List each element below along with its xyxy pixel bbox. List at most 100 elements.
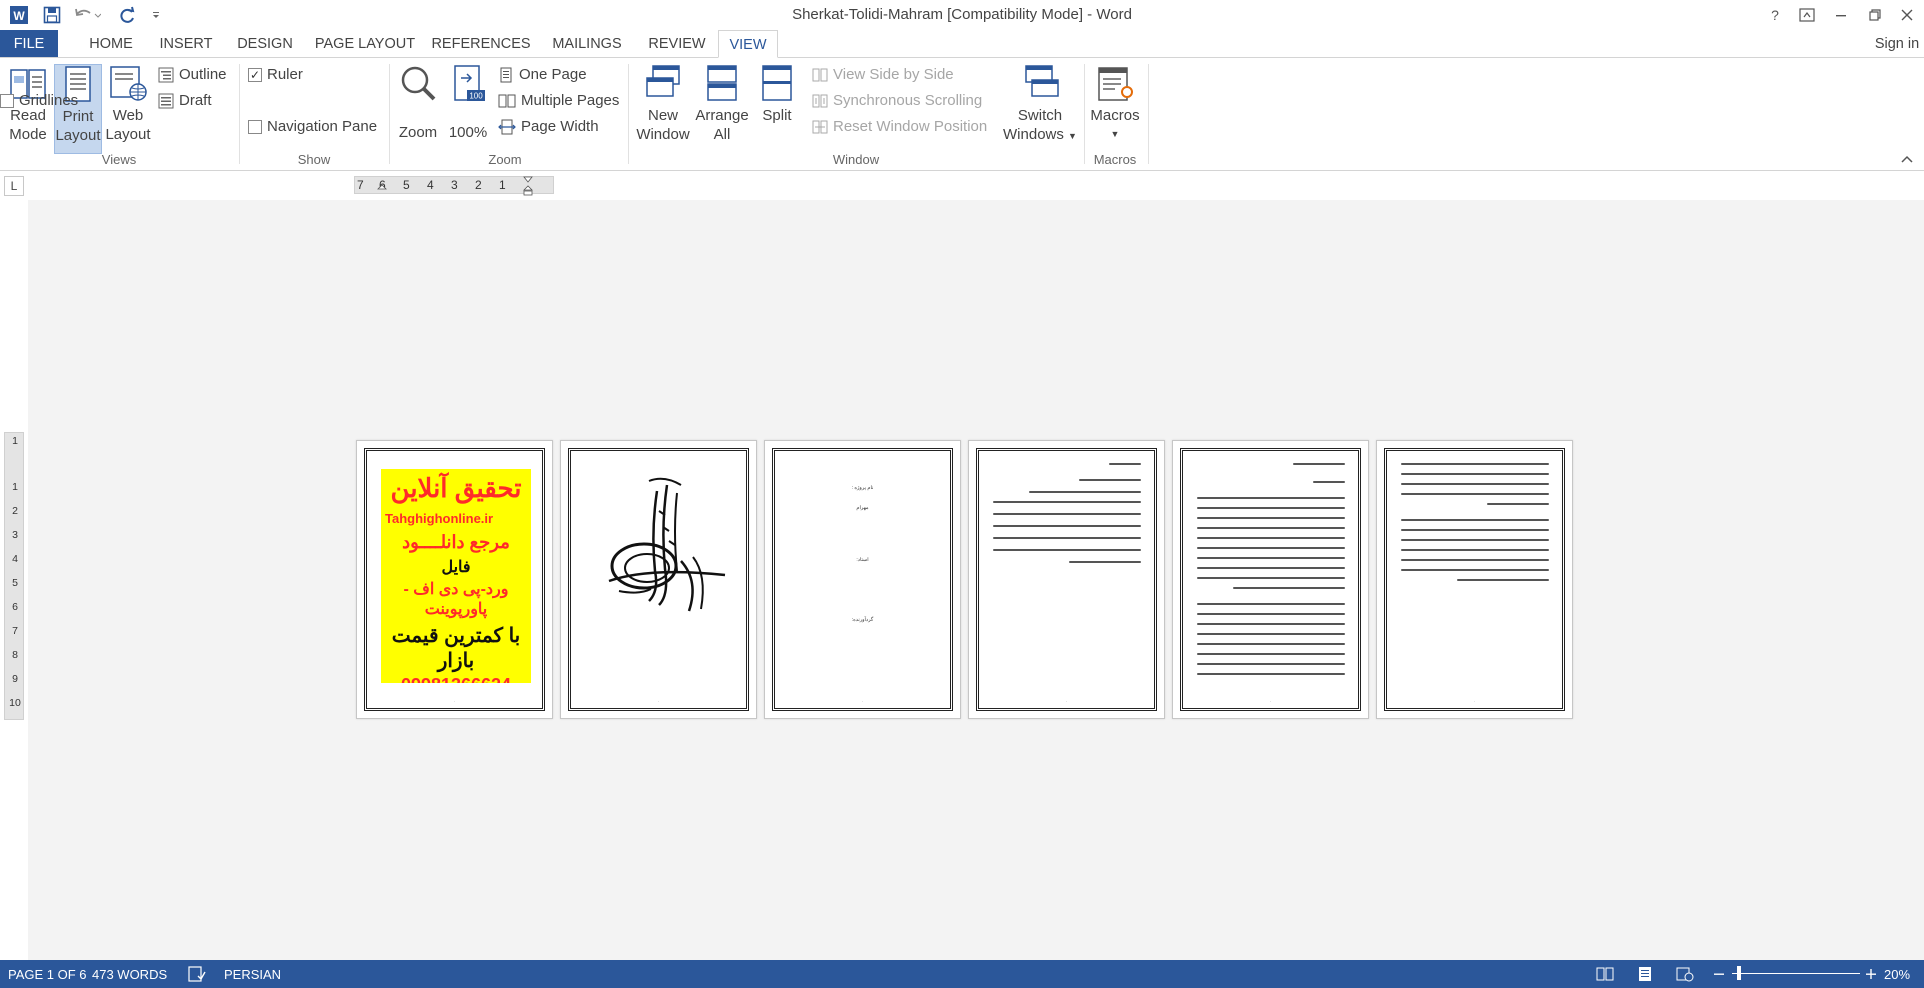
sign-in-link[interactable]: Sign in — [1870, 30, 1924, 58]
ad-reference: مرجع دانلــــود — [402, 532, 510, 552]
tab-page-layout[interactable]: PAGE LAYOUT — [312, 30, 418, 58]
zoom-100-button[interactable]: 100 100% — [446, 64, 490, 148]
left-indent-marker[interactable] — [377, 175, 387, 197]
status-bar: PAGE 1 OF 6 473 WORDS PERSIAN 20% — [0, 960, 1924, 988]
ruler-tick: 6 — [12, 601, 18, 613]
outline-button[interactable]: Outline — [158, 64, 227, 86]
zoom-slider-thumb[interactable] — [1737, 966, 1742, 980]
ruler-tick: 1 — [12, 481, 18, 493]
macros-group-label: Macros — [1093, 152, 1137, 167]
author-line: گردآورنده: — [851, 617, 874, 623]
word-count[interactable]: 473 WORDS — [92, 967, 167, 982]
one-page-button[interactable]: One Page — [498, 64, 587, 86]
gridlines-label: Gridlines — [19, 92, 79, 109]
zoom-level[interactable]: 20% — [1884, 967, 1910, 982]
ad-formats: ورد-پی دی اف - پاورپوینت — [403, 581, 509, 618]
ruler-tick: 5 — [403, 178, 410, 192]
tab-review[interactable]: REVIEW — [642, 30, 712, 58]
arrange-all-icon — [707, 65, 737, 101]
ruler-tick: 7 — [12, 625, 18, 637]
customize-toolbar-icon[interactable] — [150, 4, 162, 26]
page-number-mark: · — [1269, 699, 1272, 704]
undo-icon[interactable] — [72, 4, 102, 26]
views-group-label: Views — [101, 152, 137, 167]
ribbon-display-options-icon[interactable] — [1792, 2, 1822, 28]
reset-window-position-button[interactable]: Reset Window Position — [812, 116, 987, 138]
zoom-in-icon[interactable] — [1864, 965, 1878, 983]
draft-button[interactable]: Draft — [158, 90, 212, 112]
gridlines-checkbox[interactable]: Gridlines — [0, 90, 78, 112]
page-count[interactable]: PAGE 1 OF 6 — [8, 967, 87, 982]
svg-text:W: W — [13, 9, 25, 23]
collapse-ribbon-icon[interactable] — [1900, 152, 1916, 166]
page-thumbnail-5[interactable]: · — [1172, 440, 1369, 719]
word-logo-icon[interactable]: W — [8, 4, 30, 26]
print-layout-view-icon[interactable] — [1636, 965, 1654, 983]
ruler-tick: 5 — [12, 577, 18, 589]
page-thumbnail-6[interactable]: · — [1376, 440, 1573, 719]
redo-icon[interactable] — [118, 4, 138, 26]
page-width-button[interactable]: Page Width — [498, 116, 599, 138]
page-thumbnail-1[interactable]: تحقیق آنلاین Tahghighonline.ir مرجع دانل… — [356, 440, 553, 719]
view-side-by-side-label: View Side by Side — [833, 66, 954, 83]
zoom-slider[interactable] — [1732, 973, 1860, 974]
magnifier-icon — [401, 66, 436, 101]
ad-phone: 09981366624 واتساپ — [381, 675, 531, 683]
zoom-button[interactable]: Zoom — [396, 64, 440, 148]
read-mode-view-icon[interactable] — [1596, 965, 1614, 983]
close-icon[interactable] — [1892, 2, 1922, 28]
tab-selector[interactable]: L — [4, 176, 24, 196]
gridlines-check-icon — [0, 94, 14, 108]
tab-references[interactable]: REFERENCES — [430, 30, 532, 58]
help-button[interactable]: ? — [1760, 2, 1790, 28]
right-indent-marker[interactable] — [523, 175, 533, 197]
page-width-label: Page Width — [521, 118, 599, 135]
zoom-out-icon[interactable] — [1712, 965, 1726, 983]
ad-url: Tahghighonline.ir — [381, 511, 531, 526]
ruler-tick: 3 — [12, 529, 18, 541]
navigation-pane-checkbox[interactable]: Navigation Pane — [248, 116, 377, 138]
ruler-label: Ruler — [267, 66, 303, 83]
tab-view[interactable]: VIEW — [718, 30, 778, 58]
switch-windows-button[interactable]: Switch Windows ▼ — [1002, 64, 1078, 148]
tab-mailings[interactable]: MAILINGS — [544, 30, 630, 58]
macros-button[interactable]: Macros ▼ — [1090, 64, 1140, 148]
ruler-tick: 8 — [12, 649, 18, 661]
page-thumbnail-2[interactable]: · — [560, 440, 757, 719]
restore-icon[interactable] — [1860, 2, 1890, 28]
page-thumbnail-4[interactable]: · — [968, 440, 1165, 719]
group-separator — [628, 64, 629, 164]
view-side-by-side-button[interactable]: View Side by Side — [812, 64, 954, 86]
horizontal-ruler[interactable]: 7 6 5 4 3 2 1 — [354, 175, 554, 197]
page-number-mark: · — [657, 699, 660, 704]
split-button[interactable]: Split — [754, 64, 800, 148]
switch-windows-icon — [1025, 65, 1059, 97]
document-canvas[interactable]: تحقیق آنلاین Tahghighonline.ir مرجع دانل… — [28, 200, 1924, 960]
language-indicator[interactable]: PERSIAN — [224, 967, 281, 982]
new-window-button[interactable]: New Window — [634, 64, 692, 148]
arrange-all-button[interactable]: Arrange All — [694, 64, 750, 148]
tab-file[interactable]: FILE — [0, 30, 58, 58]
zoom-100-icon-text: 100 — [469, 92, 483, 101]
web-layout-button[interactable]: Web Layout — [104, 64, 152, 148]
tab-insert[interactable]: INSERT — [154, 30, 218, 58]
vertical-ruler[interactable]: 1 1 2 3 4 5 6 7 8 9 10 — [4, 432, 24, 720]
ruler-checkbox[interactable]: ✓ Ruler — [248, 64, 303, 86]
ad-title: تحقیق آنلاین — [390, 473, 522, 503]
tab-design[interactable]: DESIGN — [230, 30, 300, 58]
page-thumbnail-3[interactable]: نام پروژه : مهرام استاد: گردآورنده: · — [764, 440, 961, 719]
proofing-icon[interactable] — [188, 965, 206, 983]
zoom-group-label: Zoom — [488, 152, 522, 167]
ruler-tick: 1 — [499, 178, 506, 192]
save-icon[interactable] — [42, 4, 62, 26]
instructor-line: استاد: — [856, 557, 869, 563]
tab-home[interactable]: HOME — [80, 30, 142, 58]
project-title-line: مهرام — [856, 505, 869, 511]
multiple-pages-label: Multiple Pages — [521, 92, 620, 109]
window-group-label: Window — [832, 152, 880, 167]
synchronous-scrolling-button[interactable]: Synchronous Scrolling — [812, 90, 982, 112]
page-number-mark: · — [861, 699, 864, 704]
web-layout-view-icon[interactable] — [1676, 965, 1694, 983]
minimize-icon[interactable] — [1826, 2, 1856, 28]
multiple-pages-button[interactable]: Multiple Pages — [498, 90, 619, 112]
